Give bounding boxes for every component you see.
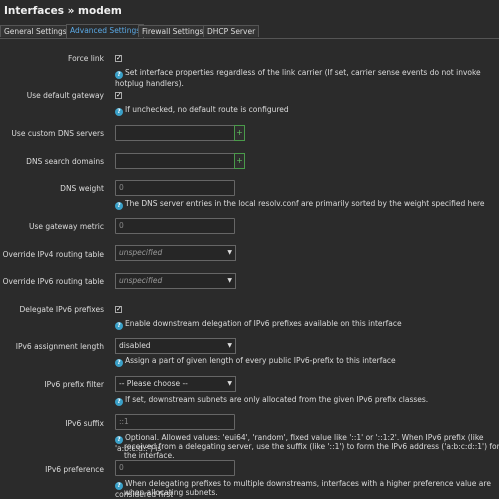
tab-general-settings[interactable]: General Settings (0, 25, 71, 37)
ipv6-assign-length-select[interactable]: disabled ▼ (115, 338, 236, 354)
default-gateway-help: ? If unchecked, no default route is confi… (115, 105, 495, 116)
ipv6-prefix-filter-select[interactable]: -- Please choose -- ▼ (115, 376, 236, 392)
plus-icon: + (236, 156, 243, 165)
dns-search-input[interactable] (115, 153, 235, 169)
delegate-prefixes-label: Delegate IPv6 prefixes (19, 305, 104, 314)
ipv6-suffix-input[interactable]: ::1 (115, 414, 235, 430)
plus-icon: + (236, 128, 243, 137)
delegate-prefixes-checkbox[interactable]: ✓ (115, 306, 122, 313)
delegate-prefixes-help: ? Enable downstream delegation of IPv6 pr… (115, 319, 495, 330)
question-icon: ? (115, 322, 123, 330)
custom-dns-label: Use custom DNS servers (11, 129, 104, 138)
tab-bar: General Settings Advanced Settings Firew… (0, 24, 499, 39)
question-icon: ? (115, 436, 123, 444)
ipv6-suffix-label: IPv6 suffix (65, 419, 104, 428)
ipv6-prefix-filter-label: IPv6 prefix filter (44, 380, 104, 389)
gateway-metric-label: Use gateway metric (28, 222, 104, 231)
ipv6-table-select[interactable]: unspecified ▼ (115, 273, 236, 289)
ipv4-table-label: Override IPv4 routing table (2, 250, 104, 259)
question-icon: ? (115, 398, 123, 406)
force-link-label: Force link (68, 54, 104, 63)
ipv6-table-label: Override IPv6 routing table (2, 277, 104, 286)
ipv6-prefix-filter-help: ? If set, downstream subnets are only all… (115, 395, 495, 406)
question-icon: ? (115, 108, 123, 116)
force-link-help: ? Set interface properties regardless of … (115, 68, 481, 88)
force-link-checkbox[interactable]: ✓ (115, 55, 122, 62)
custom-dns-add-button[interactable]: + (234, 125, 245, 141)
ipv6-preference-label: IPv6 preference (45, 465, 104, 474)
ipv6-preference-help-line2: when allocating subnets. (124, 488, 218, 497)
ipv6-assign-length-label: IPv6 assignment length (15, 342, 104, 351)
checkmark-icon: ✓ (116, 91, 122, 99)
chevron-down-icon: ▼ (227, 249, 232, 256)
tab-firewall-settings[interactable]: Firewall Settings (138, 25, 208, 37)
checkmark-icon: ✓ (116, 54, 122, 62)
dns-weight-input[interactable]: 0 (115, 180, 235, 196)
dns-search-add-button[interactable]: + (234, 153, 245, 169)
default-gateway-label: Use default gateway (26, 91, 104, 100)
ipv6-suffix-help-line2: received from a delegating server, use t… (124, 442, 499, 460)
gateway-metric-input[interactable]: 0 (115, 218, 235, 234)
page-title: Interfaces » modem (4, 5, 122, 17)
checkmark-icon: ✓ (116, 305, 122, 313)
dns-search-label: DNS search domains (26, 157, 104, 166)
dns-weight-label: DNS weight (60, 184, 104, 193)
question-icon: ? (115, 482, 123, 490)
ipv6-preference-input[interactable]: 0 (115, 460, 235, 476)
question-icon: ? (115, 202, 123, 210)
dns-weight-help: ? The DNS server entries in the local res… (115, 199, 495, 210)
ipv6-assign-length-help: ? Assign a part of given length of every … (115, 356, 495, 367)
tab-dhcp-server[interactable]: DHCP Server (203, 25, 260, 37)
tab-advanced-settings[interactable]: Advanced Settings (66, 24, 145, 38)
chevron-down-icon: ▼ (227, 342, 232, 349)
ipv4-table-select[interactable]: unspecified ▼ (115, 245, 236, 261)
question-icon: ? (115, 359, 123, 367)
default-gateway-checkbox[interactable]: ✓ (115, 92, 122, 99)
custom-dns-input[interactable] (115, 125, 235, 141)
chevron-down-icon: ▼ (227, 277, 232, 284)
chevron-down-icon: ▼ (227, 380, 232, 387)
question-icon: ? (115, 71, 123, 79)
